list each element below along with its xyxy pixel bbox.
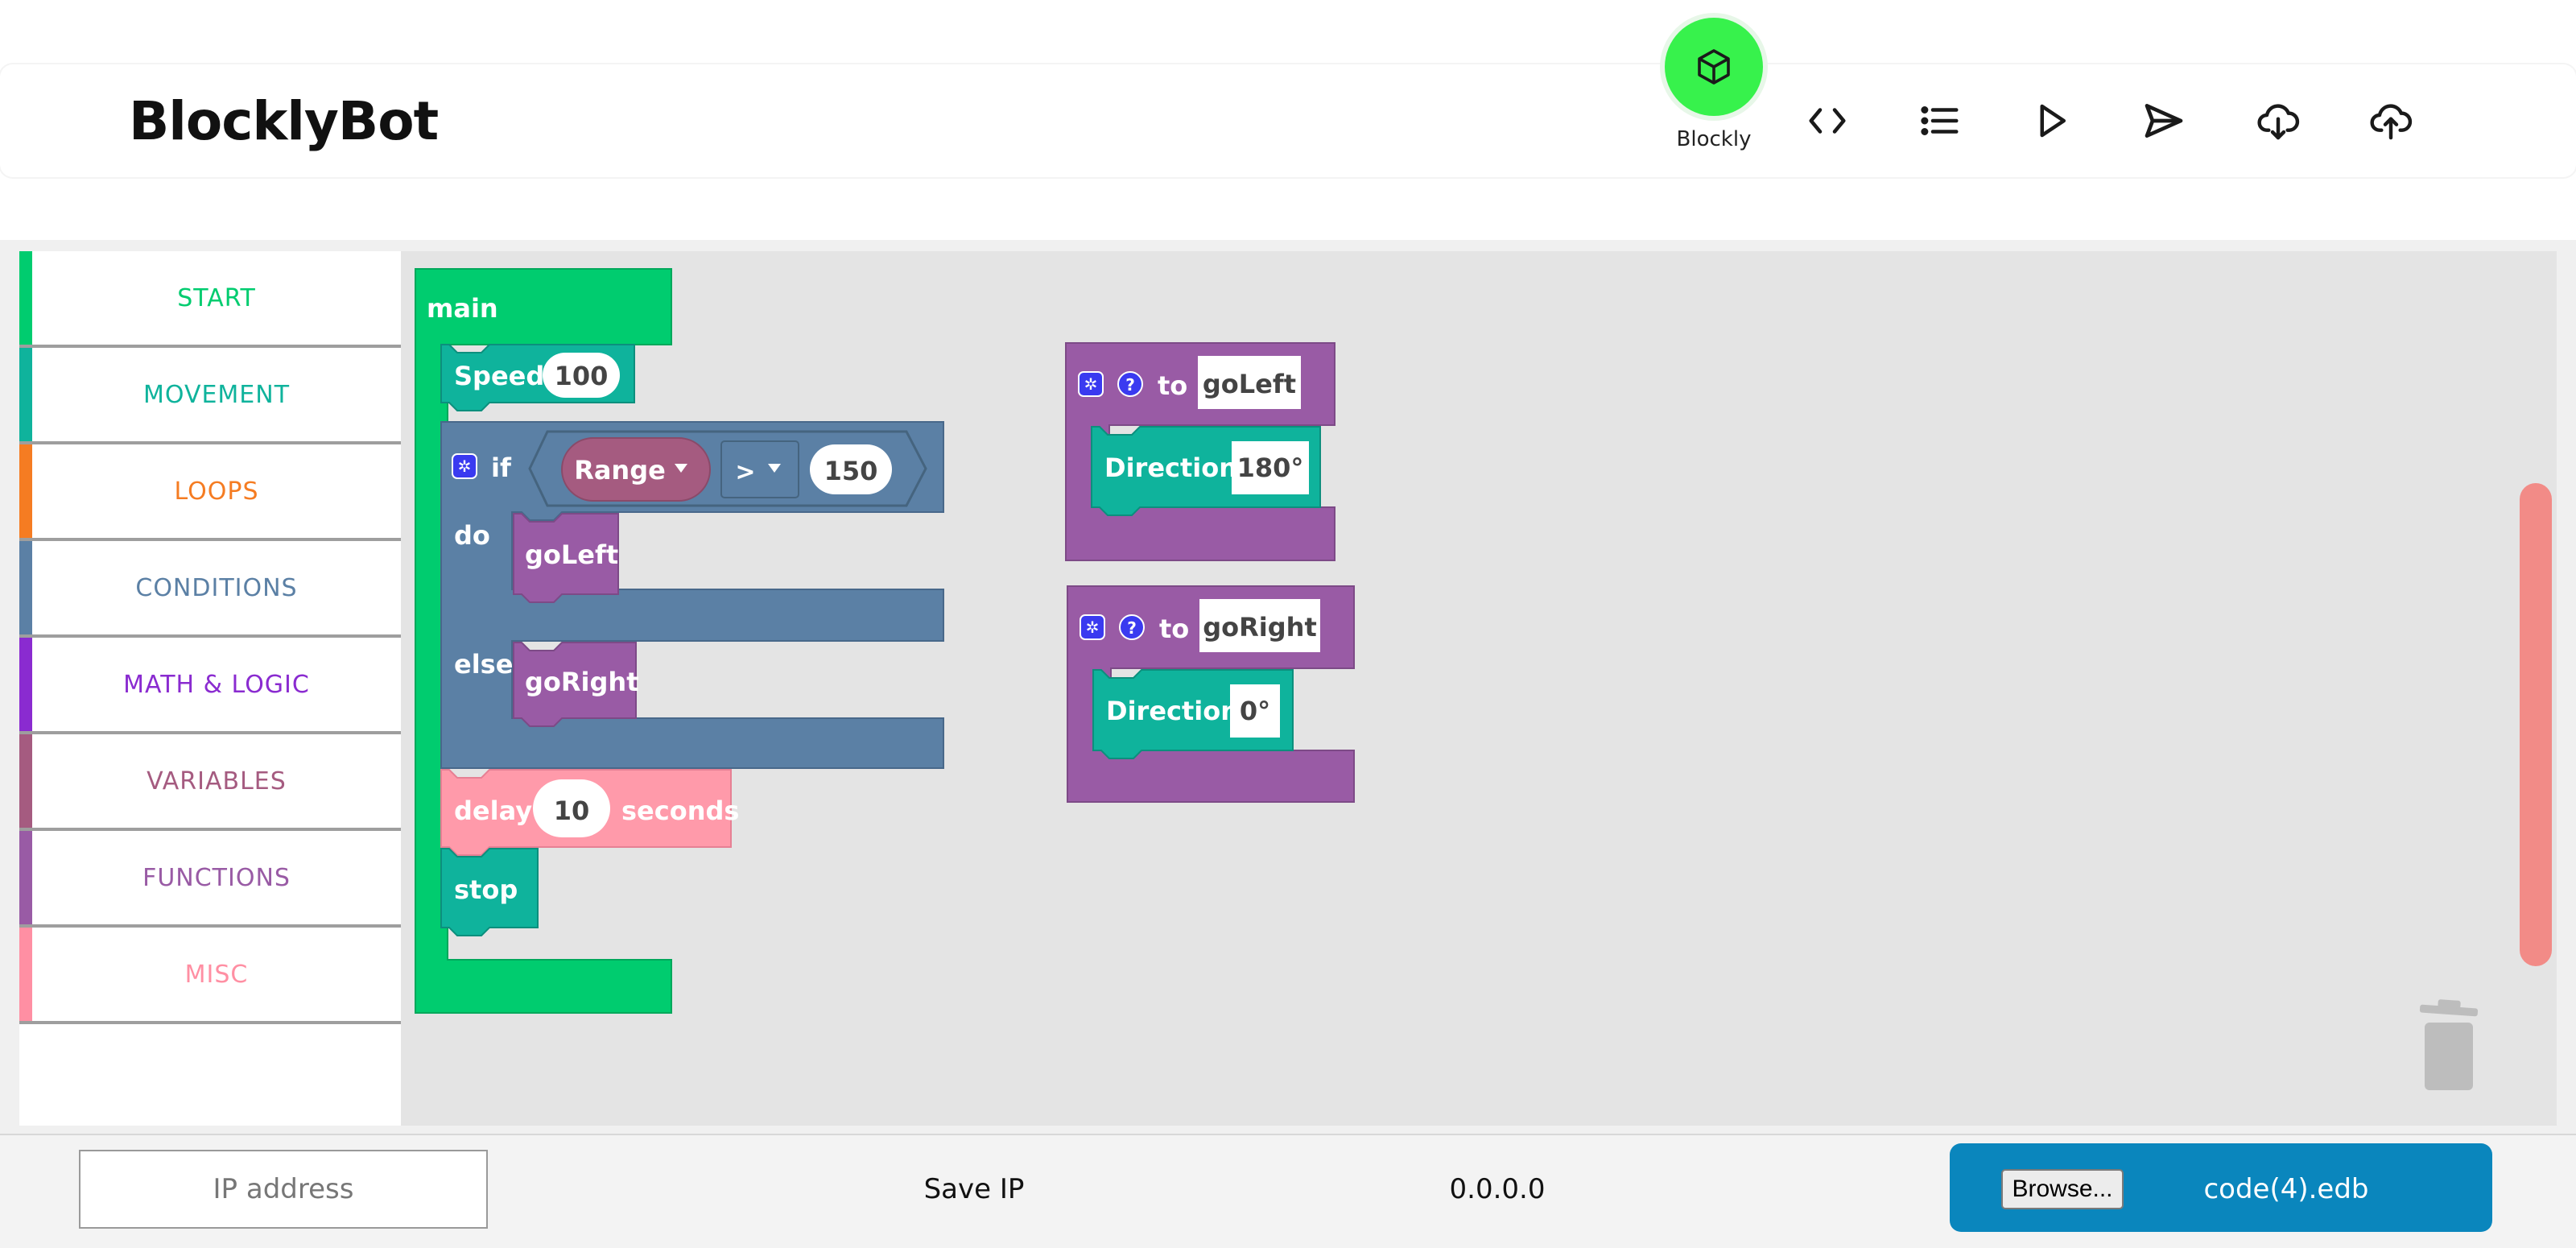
category-label: MATH & LOGIC [123,670,310,699]
else-label: else [454,649,513,680]
category-color-bar [19,251,32,345]
category-color-bar [19,444,32,538]
category-loops[interactable]: LOOPS [19,444,401,541]
category-label: START [177,283,256,312]
speed-block[interactable]: Speed 100 [440,344,635,411]
stop-block[interactable]: stop [440,848,539,936]
ip-address-input[interactable] [79,1150,488,1229]
svg-text:✲: ✲ [1086,618,1100,637]
function-name: goLeft [1203,369,1296,399]
delay-block[interactable]: delay 10 seconds [440,769,739,856]
operator-dropdown[interactable] [720,440,799,498]
trash-icon[interactable] [2409,998,2489,1099]
function-goright-block[interactable]: ✲ ? to goRight Direction 0° [1067,585,1355,803]
function-goleft-block[interactable]: ✲ ? to goLeft Direction 180° [1065,342,1335,561]
operator-value: > [735,458,755,486]
function-to-label: to [1159,614,1189,644]
delay-value: 10 [554,795,590,826]
svg-text:?: ? [1127,618,1137,638]
svg-text:✲: ✲ [458,457,472,476]
category-color-bar [19,348,32,441]
blockly-workspace[interactable]: main Speed 100 ✲ if Range > 150 do else [401,251,2557,1126]
cloud-download-icon [2257,104,2300,140]
sensor-dropdown[interactable]: Range [574,455,666,486]
direction-label: Direction [1104,453,1237,483]
block-category-sidebar: START MOVEMENT LOOPS CONDITIONS MATH & L… [19,251,401,1126]
app-title: BlocklyBot [129,90,439,152]
code-icon [1809,108,1846,134]
current-ip-display: 0.0.0.0 [1449,1173,1546,1205]
function-to-label: to [1158,370,1187,401]
send-button[interactable] [2140,97,2188,145]
category-color-bar [19,831,32,924]
call-goleft-block[interactable]: goLeft [513,513,619,603]
category-start[interactable]: START [19,251,401,348]
run-button[interactable] [2027,97,2075,145]
svg-text:?: ? [1125,375,1135,395]
browse-file-button[interactable]: Browse... [2001,1169,2124,1209]
call-goright-block[interactable]: goRight [513,642,638,727]
do-label: do [454,520,490,551]
category-color-bar [19,541,32,634]
category-color-bar [19,734,32,828]
speed-label: Speed [454,361,544,391]
category-color-bar [19,928,32,1021]
category-label: VARIABLES [147,767,287,795]
list-icon [1921,106,1959,135]
blockly-view-button[interactable] [1665,18,1763,116]
download-button[interactable] [2254,97,2302,145]
category-label: FUNCTIONS [142,863,291,892]
category-movement[interactable]: MOVEMENT [19,348,401,444]
send-icon [2145,104,2183,138]
direction-value: 0° [1240,696,1270,726]
category-label: MOVEMENT [142,380,291,409]
delay-unit: seconds [621,795,739,826]
function-name: goRight [1203,612,1316,643]
play-icon [2040,104,2066,138]
goleft-call-label: goLeft [525,539,618,570]
category-label: MISC [184,960,249,989]
category-variables[interactable]: VARIABLES [19,734,401,831]
category-label: LOOPS [174,477,259,506]
cloud-upload-icon [2370,104,2413,140]
category-math-logic[interactable]: MATH & LOGIC [19,638,401,734]
cube-icon [1698,49,1730,85]
workspace-scrollbar[interactable] [2520,483,2552,966]
selected-file-name: code(4).edb [2203,1173,2369,1205]
category-color-bar [19,638,32,731]
direction-value: 180° [1237,453,1304,483]
upload-button[interactable] [2367,97,2415,145]
svg-text:✲: ✲ [1084,374,1098,394]
category-misc[interactable]: MISC [19,928,401,1024]
list-view-button[interactable] [1916,97,1964,145]
blockly-view-label: Blockly [1676,127,1752,151]
if-label: if [491,453,512,483]
save-ip-button[interactable]: Save IP [886,1169,1063,1209]
category-conditions[interactable]: CONDITIONS [19,541,401,638]
category-label: CONDITIONS [135,573,298,602]
threshold-value: 150 [824,456,878,486]
stop-label: stop [454,874,518,905]
code-view-button[interactable] [1803,97,1852,145]
main-block-label: main [427,293,498,324]
speed-value: 100 [555,361,609,391]
goright-call-label: goRight [525,667,638,697]
category-functions[interactable]: FUNCTIONS [19,831,401,928]
direction-label: Direction [1106,696,1239,726]
delay-label: delay [454,795,532,826]
